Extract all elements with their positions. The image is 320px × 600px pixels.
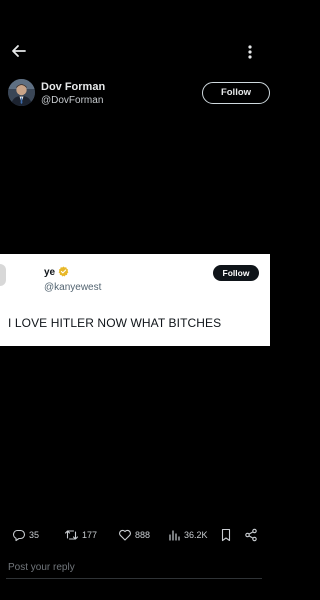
like-count: 888 (135, 530, 151, 540)
share-button[interactable] (244, 526, 258, 544)
reply-placeholder: Post your reply (8, 562, 75, 573)
heart-icon (119, 529, 131, 541)
repost-icon (64, 530, 79, 540)
reply-icon (12, 529, 26, 542)
reply-button[interactable]: 35 (12, 526, 39, 544)
like-button[interactable]: 888 (118, 526, 150, 544)
more-options-button[interactable] (240, 41, 260, 63)
view-count: 36.2K (184, 530, 208, 540)
avatar-image (8, 79, 35, 106)
bookmark-icon (221, 528, 231, 542)
reply-input[interactable]: Post your reply (0, 556, 270, 580)
bookmark-button[interactable] (220, 526, 232, 544)
embedded-tweet-text: I LOVE HITLER NOW WHAT BITCHES (8, 316, 222, 330)
analytics-icon (169, 530, 180, 541)
verified-badge-icon (58, 266, 69, 277)
action-bar: 35 177 888 36.2K (0, 526, 270, 544)
views-button[interactable]: 36.2K (168, 526, 208, 544)
avatar[interactable] (8, 79, 35, 106)
repost-button[interactable]: 177 (64, 526, 97, 544)
back-button[interactable] (8, 40, 30, 62)
arrow-left-icon (12, 45, 26, 57)
author-handle[interactable]: @DovForman (41, 95, 103, 106)
reply-count: 35 (29, 530, 40, 540)
embedded-avatar (0, 264, 6, 286)
embedded-tweet-image[interactable]: ye @kanyewest Follow I LOVE HITLER NOW W… (0, 254, 270, 346)
divider (6, 578, 262, 579)
embedded-author-name: ye (44, 267, 56, 278)
embedded-follow-button: Follow (213, 265, 259, 281)
more-vertical-icon (248, 45, 252, 59)
share-icon (245, 528, 257, 542)
embedded-author-handle: @kanyewest (44, 282, 102, 293)
repost-count: 177 (82, 530, 98, 540)
top-bar (0, 0, 270, 80)
post-author: Dov Forman @DovForman Follow (8, 79, 270, 109)
author-name[interactable]: Dov Forman (41, 81, 105, 93)
follow-button[interactable]: Follow (202, 82, 270, 104)
